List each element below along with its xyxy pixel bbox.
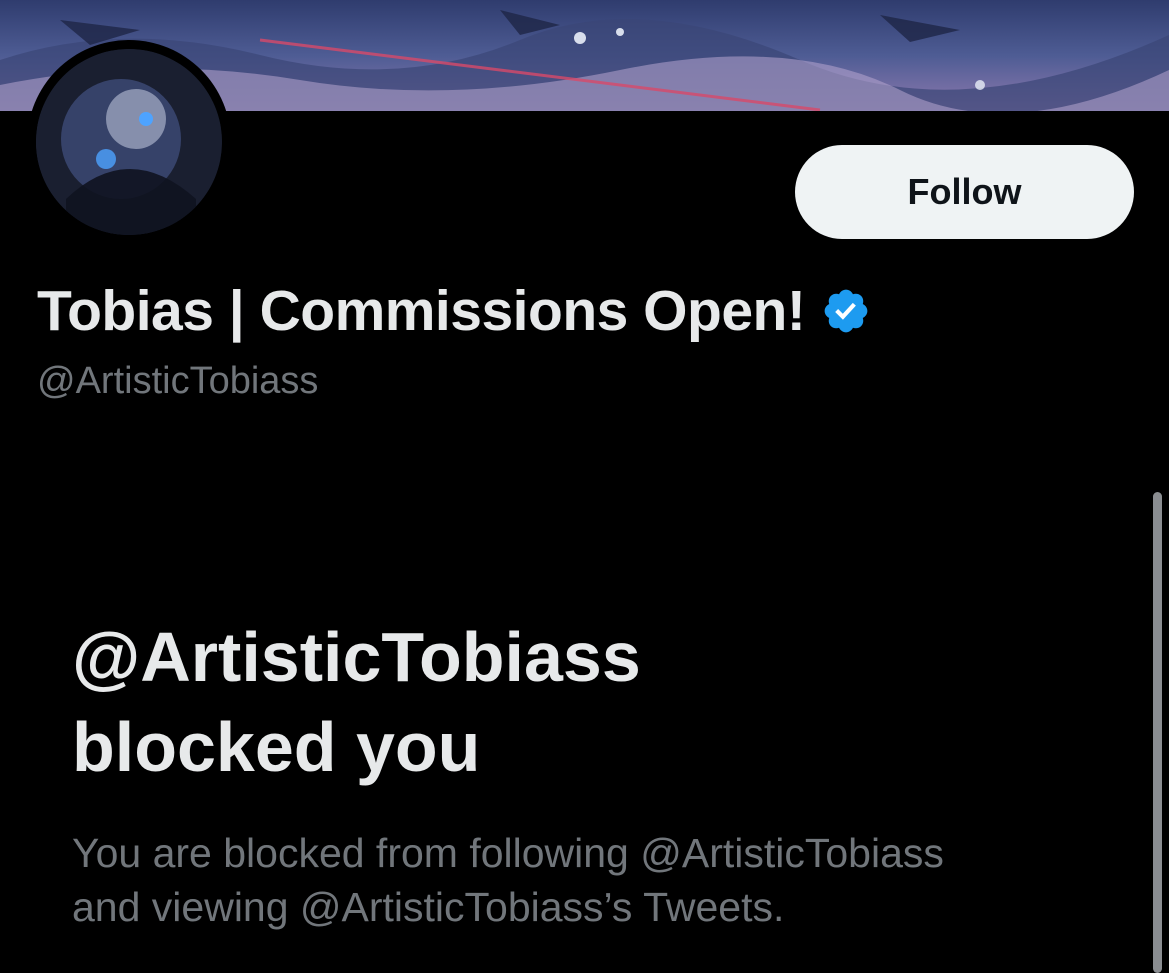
- avatar[interactable]: [36, 49, 222, 235]
- follow-button[interactable]: Follow: [795, 145, 1134, 239]
- blocked-description-line1: You are blocked from following @Artistic…: [72, 830, 944, 876]
- user-handle: @ArtisticTobiass: [37, 360, 319, 402]
- blocked-description: You are blocked from following @Artistic…: [72, 826, 1072, 934]
- blocked-description-line2: and viewing @ArtisticTobiass’s Tweets.: [72, 884, 785, 930]
- blocked-heading: @ArtisticTobiass blocked you: [72, 612, 972, 792]
- blocked-heading-line1: @ArtisticTobiass: [72, 618, 641, 696]
- display-name: Tobias | Commissions Open!: [37, 279, 806, 343]
- verified-badge-icon[interactable]: [821, 286, 871, 336]
- blocked-heading-line2: blocked you: [72, 708, 481, 786]
- scrollbar[interactable]: [1153, 492, 1162, 973]
- display-name-row: Tobias | Commissions Open!: [37, 276, 871, 346]
